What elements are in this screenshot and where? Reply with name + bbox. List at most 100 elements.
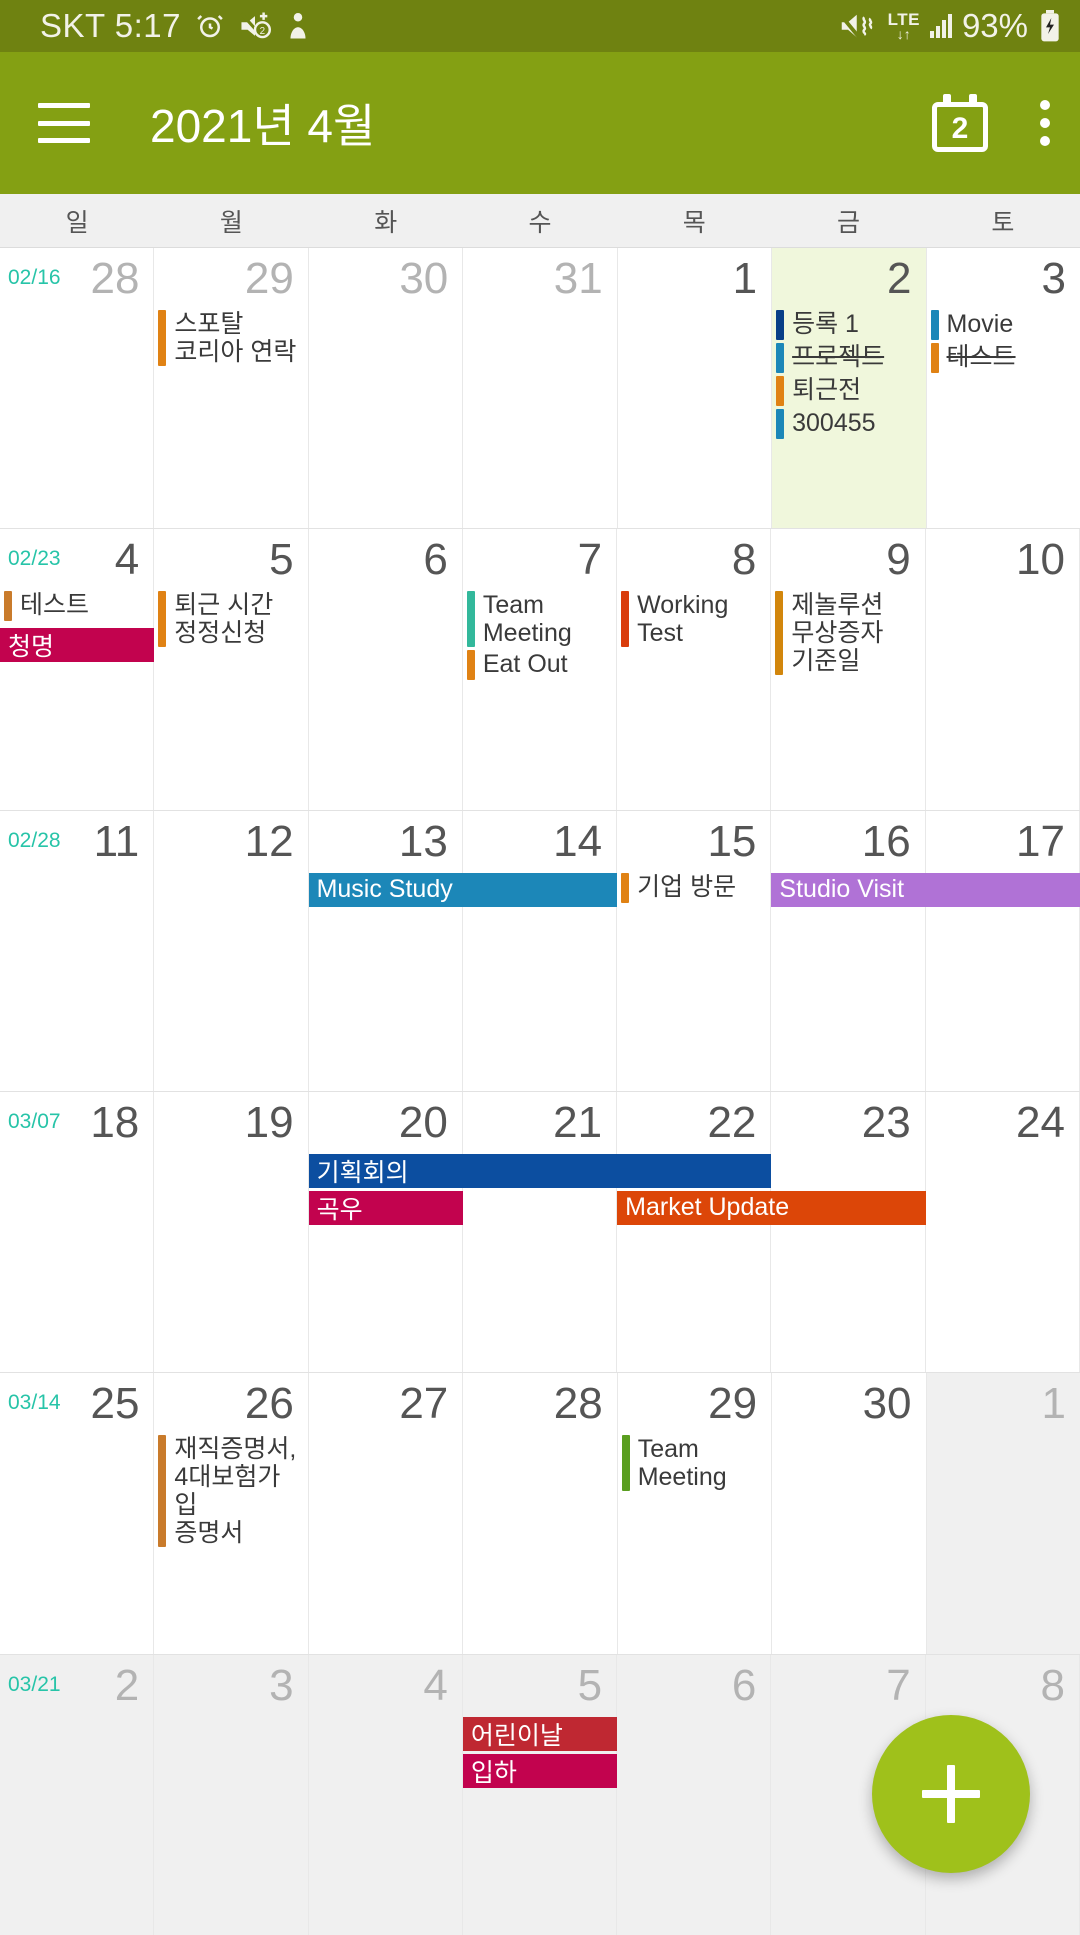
day-number: 14 bbox=[553, 816, 603, 866]
day-cell[interactable]: 14 bbox=[462, 810, 618, 1091]
event-item[interactable]: Working Test bbox=[617, 591, 770, 648]
event-color-bar bbox=[776, 310, 785, 340]
event-item[interactable]: Movie bbox=[927, 310, 1080, 340]
day-cell[interactable]: 8 Working Test bbox=[617, 529, 772, 810]
event-item[interactable]: 기업 방문 bbox=[617, 872, 770, 903]
today-calendar-icon[interactable]: 2 bbox=[932, 94, 988, 152]
day-cell[interactable]: 7 Team Meeting Eat Out bbox=[462, 529, 618, 810]
day-number: 25 bbox=[90, 1379, 140, 1429]
day-events: 퇴근 시간 정정신청 bbox=[154, 591, 307, 650]
day-events: 재직증명서, 4대보험가입 증명서 bbox=[154, 1435, 307, 1550]
event-color-bar bbox=[158, 591, 167, 648]
day-cell[interactable]: 15 기업 방문 bbox=[617, 810, 772, 1091]
day-cell[interactable]: 30 bbox=[308, 248, 464, 529]
week-row: 02/16 28 29 스포탈 코리아 연락 30 31 1 2 등록 1 프로젝트 퇴근전 30045… bbox=[0, 248, 1080, 530]
event-item[interactable]: 300455 bbox=[772, 409, 925, 439]
event-color-bar bbox=[621, 591, 630, 648]
day-cell[interactable]: 16 bbox=[771, 810, 926, 1091]
event-item[interactable]: 스포탈 코리아 연락 bbox=[154, 310, 307, 366]
multi-day-event[interactable]: 청명 bbox=[0, 628, 155, 663]
plus-icon bbox=[922, 1765, 980, 1823]
day-cell[interactable]: 27 bbox=[308, 1373, 464, 1654]
day-number: 30 bbox=[399, 254, 449, 303]
day-cell[interactable]: 5 퇴근 시간 정정신청 bbox=[154, 529, 309, 810]
day-cell[interactable]: 03/14 25 bbox=[0, 1373, 155, 1654]
day-cell[interactable]: 6 bbox=[617, 1654, 772, 1935]
day-events: 기업 방문 bbox=[617, 872, 770, 906]
event-item[interactable]: 프로젝트 bbox=[772, 343, 925, 373]
day-events: 등록 1 프로젝트퇴근전 300455 bbox=[772, 310, 925, 442]
day-cell[interactable]: 24 bbox=[925, 1091, 1080, 1373]
day-cell[interactable]: 29 스포탈 코리아 연락 bbox=[154, 248, 309, 529]
day-cell[interactable]: 03/21 2 bbox=[0, 1654, 155, 1935]
multi-day-event[interactable]: 입하 bbox=[462, 1753, 618, 1788]
event-item[interactable]: 퇴근전 bbox=[772, 376, 925, 406]
day-number: 5 bbox=[577, 1660, 603, 1710]
day-cell[interactable]: 02/23 4 테스트 bbox=[0, 529, 155, 810]
day-cell[interactable]: 3 Movie 테스트 bbox=[926, 248, 1080, 529]
day-cell[interactable]: 5 bbox=[462, 1654, 618, 1935]
event-title: 프로젝트 bbox=[792, 343, 885, 371]
day-cell[interactable]: 19 bbox=[154, 1091, 309, 1373]
carrier-and-clock: SKT 5:17 bbox=[40, 7, 181, 44]
day-cell[interactable]: 30 bbox=[772, 1373, 927, 1654]
multi-day-event[interactable]: Music Study bbox=[308, 872, 618, 907]
day-number: 28 bbox=[553, 1379, 603, 1429]
day-cell[interactable]: 21 bbox=[462, 1091, 618, 1373]
day-cell[interactable]: 03/07 18 bbox=[0, 1091, 155, 1373]
day-number: 31 bbox=[553, 254, 603, 303]
day-events: Movie 테스트 bbox=[927, 310, 1080, 376]
day-cell[interactable]: 2 등록 1 프로젝트 퇴근전 300455 bbox=[772, 248, 927, 529]
event-title: 테스트 bbox=[946, 343, 1016, 371]
multi-day-event[interactable]: 어린이날 bbox=[462, 1716, 618, 1751]
day-cell[interactable]: 22 bbox=[617, 1091, 772, 1373]
event-item[interactable]: 등록 1 bbox=[772, 310, 925, 340]
event-color-bar bbox=[930, 343, 939, 373]
day-cell[interactable]: 3 bbox=[154, 1654, 309, 1935]
day-cell[interactable]: 17 bbox=[925, 810, 1080, 1091]
day-cell[interactable]: 4 bbox=[308, 1654, 463, 1935]
day-cell[interactable]: 26 재직증명서, 4대보험가입 증명서 bbox=[154, 1373, 309, 1654]
overflow-menu-icon[interactable] bbox=[1040, 100, 1050, 146]
day-cell[interactable]: 1 bbox=[926, 1373, 1080, 1654]
day-number: 1 bbox=[732, 254, 758, 303]
day-cell[interactable]: 13 bbox=[308, 810, 463, 1091]
day-cell[interactable]: 02/28 11 bbox=[0, 810, 155, 1091]
event-title: Team Meeting bbox=[482, 591, 572, 648]
multi-day-event[interactable]: 기획회의 bbox=[308, 1153, 772, 1188]
multi-day-event[interactable]: Market Update bbox=[617, 1190, 926, 1225]
event-color-bar bbox=[158, 1435, 167, 1548]
multi-day-event[interactable]: Studio Visit bbox=[771, 872, 1080, 907]
multi-day-event[interactable]: 곡우 bbox=[308, 1190, 463, 1225]
day-number: 16 bbox=[861, 816, 911, 866]
day-number: 11 bbox=[93, 816, 140, 866]
day-cell[interactable]: 10 bbox=[925, 529, 1080, 810]
day-cell[interactable]: 29 Team Meeting bbox=[617, 1373, 773, 1654]
event-item[interactable]: Team Meeting bbox=[463, 591, 616, 648]
day-number: 21 bbox=[553, 1097, 603, 1147]
mute-badge-icon: 2 bbox=[239, 11, 271, 41]
event-item[interactable]: 제놀루션 무상증자 기준일 bbox=[771, 591, 924, 676]
event-item[interactable]: 테스트 bbox=[927, 343, 1080, 373]
day-number: 18 bbox=[90, 1097, 140, 1147]
menu-icon[interactable] bbox=[38, 103, 90, 143]
day-number: 28 bbox=[90, 254, 140, 303]
day-cell[interactable]: 02/16 28 bbox=[0, 248, 155, 529]
add-event-fab[interactable] bbox=[872, 1715, 1030, 1873]
day-cell[interactable]: 23 bbox=[771, 1091, 926, 1373]
day-number: 7 bbox=[886, 1660, 911, 1710]
event-item[interactable]: 테스트 bbox=[0, 591, 153, 622]
day-cell[interactable]: 9 제놀루션 무상증자 기준일 bbox=[771, 529, 926, 810]
day-cell[interactable]: 12 bbox=[154, 810, 309, 1091]
day-number: 9 bbox=[886, 535, 911, 585]
day-cell[interactable]: 20 bbox=[308, 1091, 463, 1373]
day-cell[interactable]: 31 bbox=[463, 248, 618, 529]
event-item[interactable]: 퇴근 시간 정정신청 bbox=[154, 591, 307, 648]
day-cell[interactable]: 28 bbox=[463, 1373, 618, 1654]
event-item[interactable]: Team Meeting bbox=[618, 1435, 771, 1492]
day-cell[interactable]: 1 bbox=[617, 248, 773, 529]
event-item[interactable]: Eat Out bbox=[463, 650, 616, 681]
person-icon bbox=[285, 11, 311, 41]
event-item[interactable]: 재직증명서, 4대보험가입 증명서 bbox=[154, 1435, 307, 1548]
day-cell[interactable]: 6 bbox=[308, 529, 463, 810]
